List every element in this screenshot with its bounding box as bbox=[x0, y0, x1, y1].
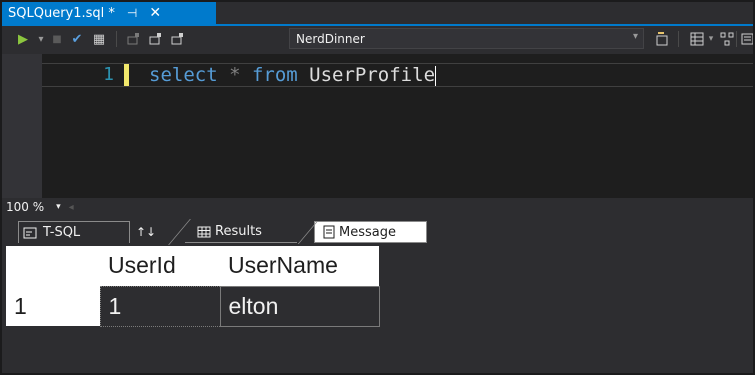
available-databases-select[interactable]: NerdDinner ▾ bbox=[289, 28, 644, 49]
selected-database: NerdDinner bbox=[296, 31, 365, 46]
disconnect-icon[interactable] bbox=[167, 28, 189, 50]
display-plan-icon[interactable]: ▦ bbox=[88, 28, 110, 50]
tab-tsql-label: T-SQL bbox=[43, 225, 81, 240]
results-tab-strip: T-SQL ↑↓ Results Message bbox=[2, 216, 753, 246]
chevron-down-icon[interactable]: ▾ bbox=[633, 31, 638, 42]
document-tab[interactable]: SQLQuery1.sql * ⊣ ✕ bbox=[2, 2, 216, 24]
stop-icon[interactable]: ■ bbox=[48, 28, 66, 50]
tab-messages[interactable]: Message bbox=[314, 221, 427, 243]
change-connection-icon[interactable] bbox=[145, 28, 167, 50]
close-icon[interactable]: ✕ bbox=[149, 5, 161, 21]
results-grid-area: UserId UserName 1 1 elton bbox=[6, 246, 751, 371]
grid-cell[interactable]: elton bbox=[219, 285, 380, 327]
code-identifier: UserProfile bbox=[297, 64, 436, 86]
grid-icon bbox=[197, 226, 211, 237]
document-tab-strip: SQLQuery1.sql * ⊣ ✕ bbox=[2, 2, 753, 26]
chevron-down-icon[interactable]: ▾ bbox=[56, 202, 61, 212]
parse-check-icon[interactable]: ✔ bbox=[66, 28, 88, 50]
execute-icon[interactable]: ▶ bbox=[12, 28, 34, 50]
chevron-down-icon[interactable]: ▾ bbox=[706, 28, 716, 50]
query-editor[interactable]: 1 select * from UserProfile bbox=[2, 54, 753, 198]
message-icon bbox=[323, 225, 335, 239]
grid-empty-space bbox=[6, 326, 751, 371]
code-keyword: select bbox=[149, 64, 218, 86]
table-row: 1 1 elton bbox=[6, 285, 380, 327]
tab-results-label: Results bbox=[215, 224, 262, 239]
zoom-bar: 100 % ▾ ◂ bbox=[2, 198, 753, 216]
toolbar-separator bbox=[116, 31, 117, 47]
comment-icon[interactable] bbox=[740, 28, 753, 50]
code-operator: * bbox=[217, 64, 252, 86]
scroll-left-icon[interactable]: ◂ bbox=[69, 202, 74, 213]
column-header-username[interactable]: UserName bbox=[220, 246, 379, 286]
code-keyword: from bbox=[251, 64, 298, 86]
connect-icon[interactable] bbox=[123, 28, 145, 50]
ssms-window: SQLQuery1.sql * ⊣ ✕ ▶ ▾ ■ ✔ ▦ NerdDinner… bbox=[0, 0, 755, 375]
results-to-grid-icon[interactable] bbox=[686, 28, 708, 50]
grid-corner[interactable] bbox=[6, 246, 100, 286]
query-toolbar: ▶ ▾ ■ ✔ ▦ NerdDinner ▾ ▾ bbox=[2, 26, 753, 52]
row-header[interactable]: 1 bbox=[6, 286, 100, 326]
schema-icon[interactable] bbox=[718, 28, 736, 50]
code-line[interactable]: select * from UserProfile bbox=[149, 63, 437, 87]
results-grid: UserId UserName 1 1 elton bbox=[6, 246, 380, 327]
tab-messages-label: Message bbox=[339, 224, 396, 240]
toolbar-separator bbox=[678, 31, 679, 47]
grid-cell[interactable]: 1 bbox=[99, 285, 221, 327]
pin-icon[interactable]: ⊣ bbox=[127, 6, 137, 20]
grid-header-row: UserId UserName bbox=[6, 246, 379, 286]
editor-margin bbox=[2, 54, 42, 198]
text-caret bbox=[435, 65, 437, 86]
intellisense-icon[interactable] bbox=[652, 28, 674, 50]
document-tab-title: SQLQuery1.sql * bbox=[8, 5, 115, 21]
toolbar-separator bbox=[736, 31, 737, 47]
tab-results[interactable]: Results bbox=[185, 221, 297, 243]
tab-tsql[interactable]: T-SQL bbox=[18, 221, 130, 243]
tsql-icon bbox=[23, 227, 37, 238]
zoom-level[interactable]: 100 % bbox=[2, 200, 44, 214]
line-number: 1 bbox=[103, 64, 114, 85]
execute-dropdown-icon[interactable]: ▾ bbox=[34, 28, 48, 50]
change-tracking-bar bbox=[124, 64, 129, 86]
sort-icon[interactable]: ↑↓ bbox=[136, 221, 156, 243]
column-header-userid[interactable]: UserId bbox=[100, 246, 220, 286]
